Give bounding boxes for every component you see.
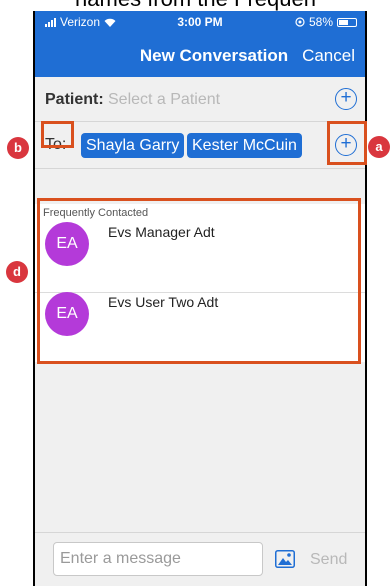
cancel-button[interactable]: Cancel: [302, 46, 355, 66]
annotation-box-frequently-contacted: [37, 198, 361, 364]
message-input[interactable]: [53, 542, 263, 576]
status-bar: Verizon 3:00 PM 58%: [35, 11, 365, 33]
send-button[interactable]: Send: [310, 551, 347, 569]
annotation-box-to-label: [41, 121, 74, 148]
compose-bar: Send: [35, 532, 365, 586]
battery-icon: [337, 17, 357, 27]
add-patient-icon[interactable]: +: [335, 88, 357, 110]
status-right-group: 58%: [295, 15, 357, 29]
annotation-marker-a: a: [368, 136, 390, 158]
location-icon: [295, 17, 305, 27]
annotation-marker-b: b: [7, 137, 29, 159]
patient-label: Patient:: [45, 91, 104, 108]
image-icon[interactable]: [275, 550, 295, 568]
annotation-box-add-recipient: [327, 121, 367, 165]
annotation-marker-d: d: [6, 261, 28, 283]
recipient-chip[interactable]: Shayla Garry: [81, 133, 185, 158]
patient-row[interactable]: Patient: Select a Patient +: [35, 77, 365, 122]
battery-percent: 58%: [308, 15, 333, 29]
recipient-chip[interactable]: Kester McCuin: [187, 133, 302, 158]
navigation-bar: New Conversation Cancel: [35, 33, 365, 77]
recipients-row: To: Shayla Garry Kester McCuin +: [35, 122, 365, 169]
patient-select-placeholder[interactable]: Select a Patient: [108, 91, 220, 109]
